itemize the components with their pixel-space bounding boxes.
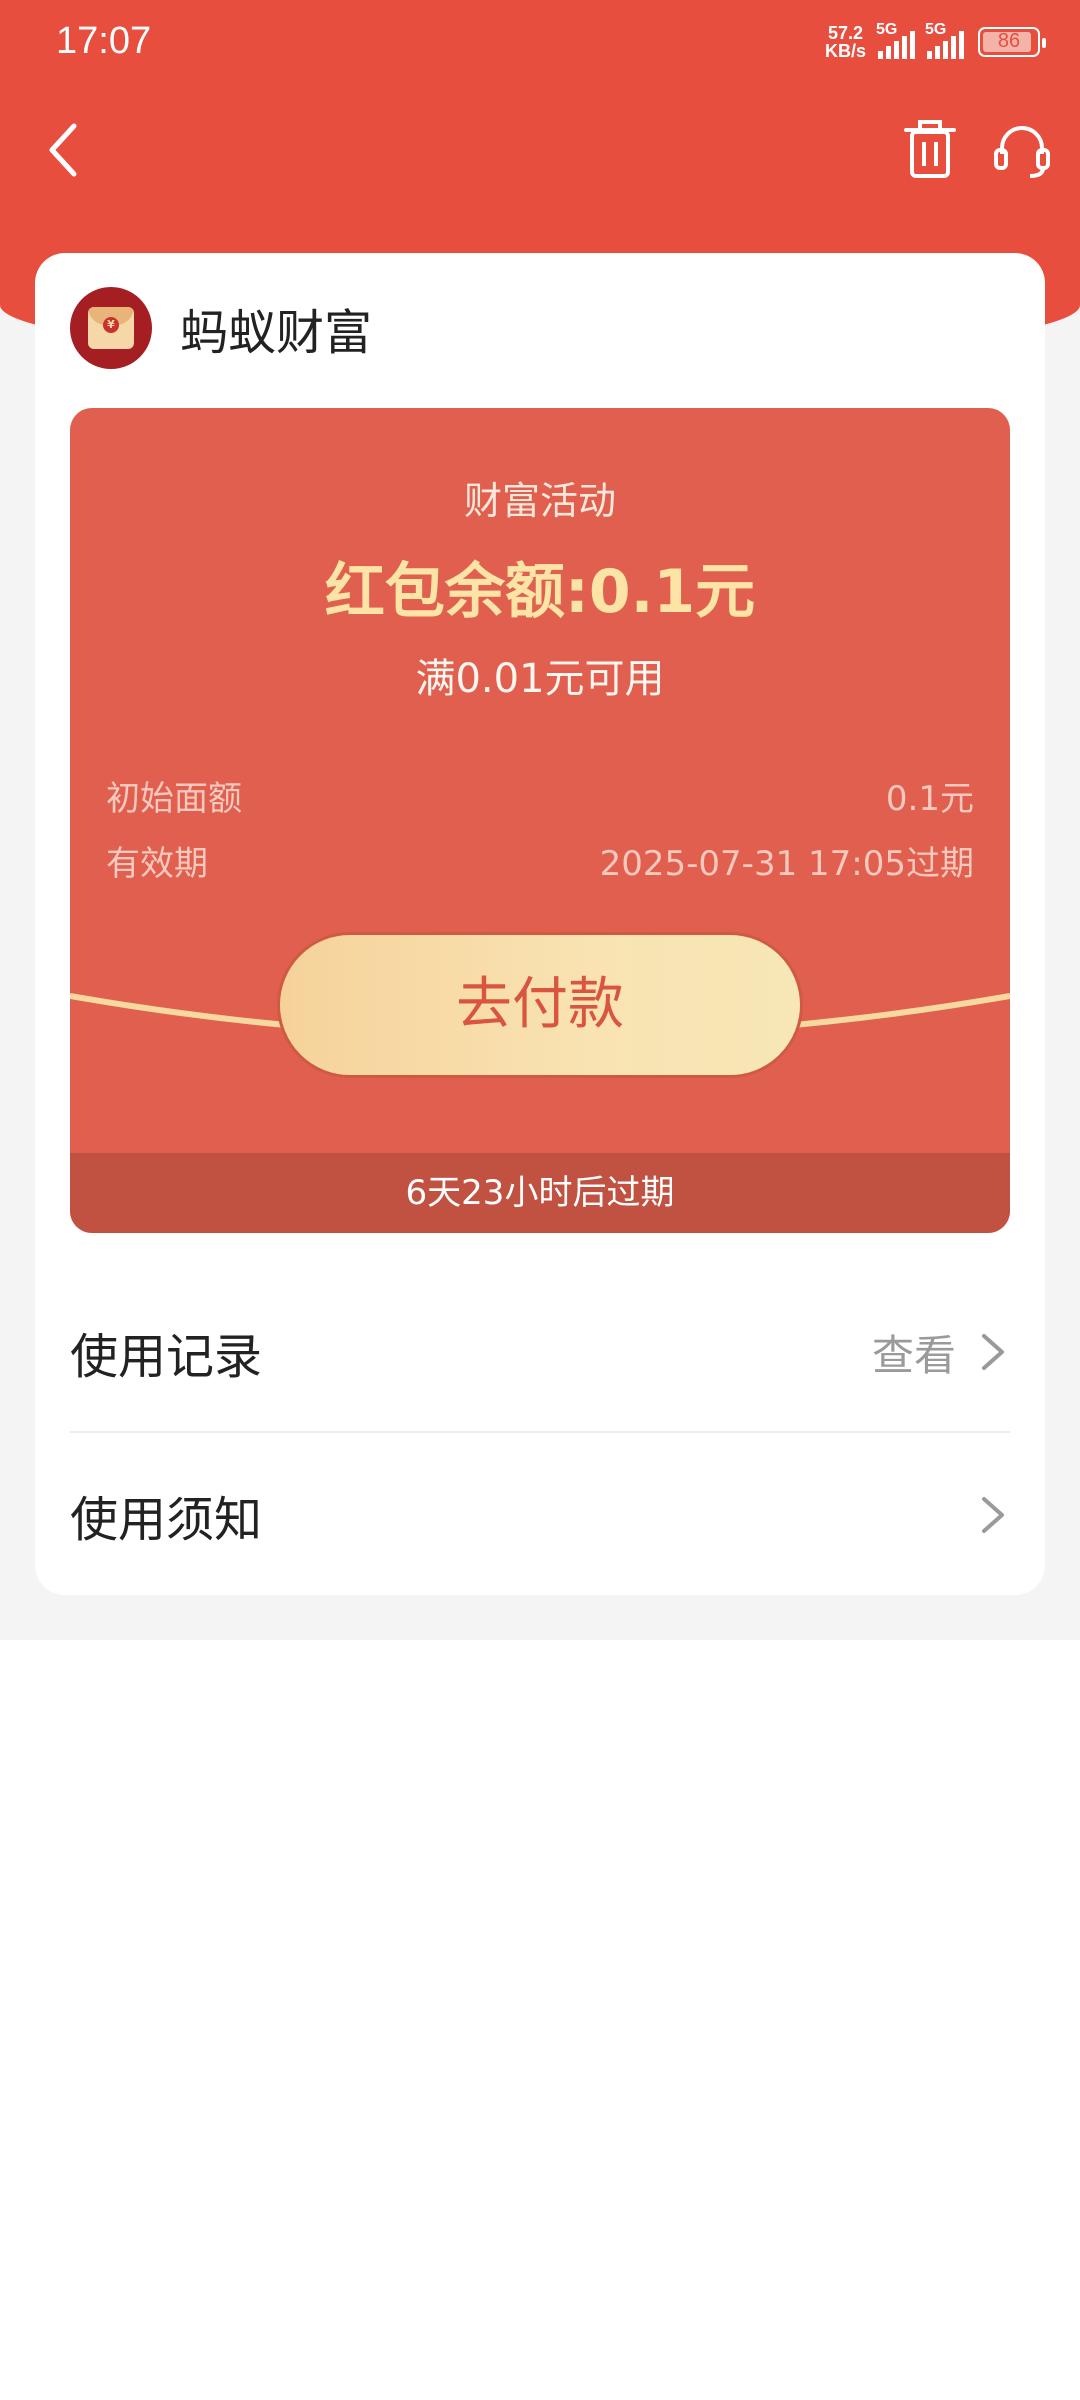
customer-service-button[interactable] bbox=[990, 118, 1054, 182]
battery-icon: 86 bbox=[978, 27, 1046, 57]
balance-amount: 红包余额:0.1元 bbox=[324, 557, 756, 627]
chevron-right-icon bbox=[982, 1497, 1004, 1533]
activity-name: 财富活动 bbox=[463, 479, 616, 523]
expire-countdown: 6天23小时后过期 bbox=[70, 1153, 1010, 1233]
initial-amount-label: 初始面额 bbox=[106, 779, 242, 819]
network-speed: 57.2 KB/s bbox=[824, 23, 866, 61]
back-button[interactable] bbox=[40, 120, 90, 180]
usage-notes-row[interactable]: 使用须知 bbox=[70, 1435, 1010, 1595]
coupon-detail-card: ¥ 蚂蚁财富 财富活动 红包余额:0.1元 满0.01元可用 初始面额 0.1元… bbox=[35, 253, 1045, 1595]
usage-threshold: 满0.01元可用 bbox=[415, 656, 665, 702]
red-packet-coupon: 财富活动 红包余额:0.1元 满0.01元可用 初始面额 0.1元 有效期 20… bbox=[70, 408, 1010, 1233]
chevron-left-icon bbox=[49, 123, 77, 177]
chevron-right-icon bbox=[982, 1334, 1004, 1370]
usage-record-row[interactable]: 使用记录 查看 bbox=[70, 1273, 1010, 1433]
delete-button[interactable] bbox=[900, 118, 960, 182]
headset-icon bbox=[994, 126, 1050, 178]
view-label: 查看 bbox=[871, 1330, 956, 1380]
usage-record-title: 使用记录 bbox=[70, 1329, 263, 1385]
red-envelope-icon: ¥ bbox=[70, 287, 152, 369]
signal-icon: 5G bbox=[925, 21, 964, 59]
initial-amount-row: 初始面额 0.1元 bbox=[106, 771, 974, 820]
pay-button[interactable]: 去付款 bbox=[277, 932, 803, 1078]
validity-value: 2025-07-31 17:05过期 bbox=[599, 844, 974, 884]
merchant-name: 蚂蚁财富 bbox=[180, 305, 373, 361]
status-icons: 57.2 KB/s 5G 5G 86 bbox=[824, 21, 1046, 61]
merchant-header: ¥ 蚂蚁财富 bbox=[70, 287, 373, 369]
validity-row: 有效期 2025-07-31 17:05过期 bbox=[106, 836, 974, 885]
signal-icon: 5G bbox=[876, 21, 915, 59]
usage-notes-title: 使用须知 bbox=[70, 1492, 263, 1548]
status-bar: 17:07 57.2 KB/s 5G 5G 86 bbox=[0, 0, 1080, 90]
trash-icon bbox=[904, 120, 956, 178]
validity-label: 有效期 bbox=[106, 844, 208, 884]
status-time: 17:07 bbox=[56, 20, 152, 62]
top-nav bbox=[0, 110, 1080, 190]
initial-amount-value: 0.1元 bbox=[885, 779, 974, 819]
